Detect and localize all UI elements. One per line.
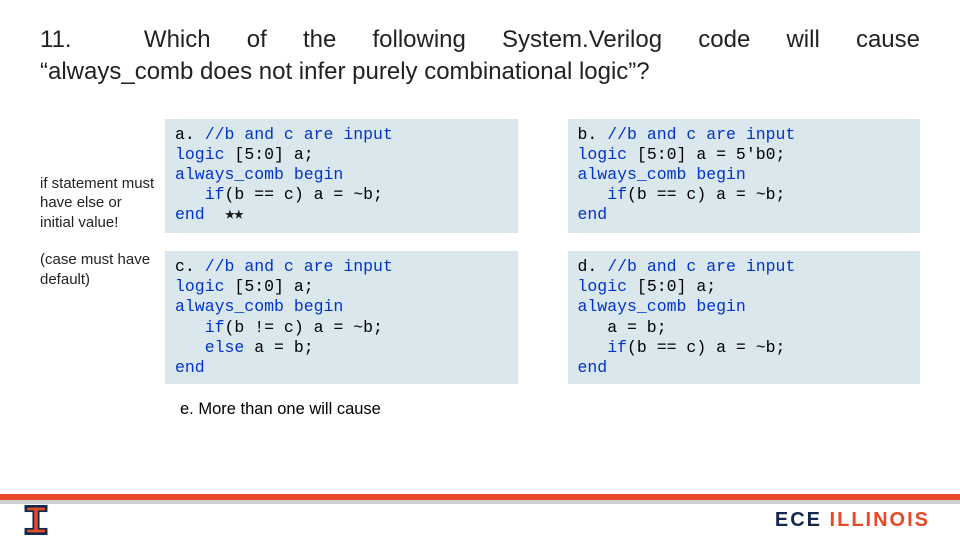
opt-c-l5a: else xyxy=(175,338,244,357)
opt-b-l4b: (b == c) a = ~b; xyxy=(627,185,785,204)
opt-c-l3: always_comb begin xyxy=(175,297,343,316)
option-b: b. //b and c are input logic [5:0] a = 5… xyxy=(568,119,921,233)
opt-d-l5b: (b == c) a = ~b; xyxy=(627,338,785,357)
opt-a-l2b: [5:0] a; xyxy=(225,145,314,164)
opt-d-l2a: logic xyxy=(578,277,628,296)
sidenote-p1: if statement must have else or initial v… xyxy=(40,174,155,233)
opt-a-comment: //b and c are input xyxy=(205,125,393,144)
side-note: if statement must have else or initial v… xyxy=(40,119,155,384)
opt-c-l4b: (b != c) a = ~b; xyxy=(225,318,383,337)
question-line1: Which of the following System.Verilog co… xyxy=(144,26,920,53)
opt-a-l5: end xyxy=(175,205,205,224)
opt-c-comment: //b and c are input xyxy=(205,257,393,276)
option-a: a. //b and c are input logic [5:0] a; al… xyxy=(165,119,518,233)
opt-c-l6: end xyxy=(175,358,205,377)
illinois-logo-icon xyxy=(20,505,52,535)
opt-d-l3: always_comb begin xyxy=(578,297,746,316)
illinois-text: ILLINOIS xyxy=(830,509,930,531)
option-d: d. //b and c are input logic [5:0] a; al… xyxy=(568,251,921,384)
opt-c-l2b: [5:0] a; xyxy=(225,277,314,296)
option-c: c. //b and c are input logic [5:0] a; al… xyxy=(165,251,518,384)
opt-d-l6: end xyxy=(578,358,608,377)
opt-a-label: a. xyxy=(175,125,195,144)
opt-c-l4a: if xyxy=(175,318,225,337)
star-icon: ★★ xyxy=(225,205,243,225)
opt-a-l4a: if xyxy=(175,185,225,204)
opt-a-l4b: (b == c) a = ~b; xyxy=(225,185,383,204)
opt-b-l5: end xyxy=(578,205,608,224)
opt-b-l2a: logic xyxy=(578,145,628,164)
opt-a-l2a: logic xyxy=(175,145,225,164)
opt-b-l3: always_comb begin xyxy=(578,165,746,184)
opt-d-l4: a = b; xyxy=(578,318,667,337)
opt-c-l5b: a = b; xyxy=(244,338,313,357)
footer-stripe-grey xyxy=(0,500,960,504)
opt-b-l2b: [5:0] a = 5'b0; xyxy=(627,145,785,164)
question-text: 11. Which of the following System.Verilo… xyxy=(40,24,920,89)
options-grid: a. //b and c are input logic [5:0] a; al… xyxy=(165,119,920,384)
opt-b-label: b. xyxy=(578,125,598,144)
opt-c-label: c. xyxy=(175,257,195,276)
opt-c-l2a: logic xyxy=(175,277,225,296)
opt-d-comment: //b and c are input xyxy=(607,257,795,276)
opt-d-l2b: [5:0] a; xyxy=(627,277,716,296)
opt-a-l3: always_comb begin xyxy=(175,165,343,184)
opt-d-label: d. xyxy=(578,257,598,276)
ece-illinois-label: ECE ILLINOIS xyxy=(775,509,930,532)
sidenote-p2: (case must have default) xyxy=(40,250,155,289)
opt-b-l4a: if xyxy=(578,185,628,204)
question-number: 11. xyxy=(40,26,72,53)
opt-d-l5a: if xyxy=(578,338,628,357)
option-e: e. More than one will cause xyxy=(180,400,920,419)
question-line2: “always_comb does not infer purely combi… xyxy=(40,56,920,88)
opt-b-comment: //b and c are input xyxy=(607,125,795,144)
ece-text: ECE xyxy=(775,509,830,531)
